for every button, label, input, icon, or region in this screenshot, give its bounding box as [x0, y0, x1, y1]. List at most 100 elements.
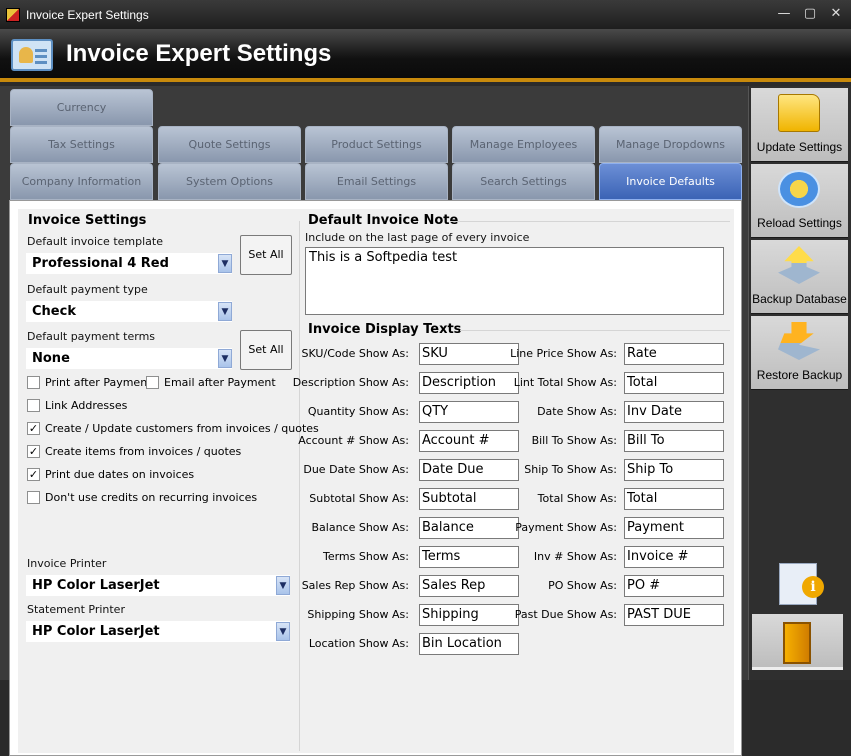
divider [460, 330, 730, 331]
display-text-label: SKU/Code Show As: [301, 347, 409, 360]
payment-type-select[interactable]: Check ▼ [25, 300, 233, 323]
group-divider [299, 221, 300, 751]
display-text-input[interactable]: Sales Rep [419, 575, 519, 597]
update-settings-label: Update Settings [756, 140, 843, 154]
display-text-label: Past Due Show As: [514, 608, 617, 621]
reload-settings-button[interactable]: Reload Settings [751, 164, 848, 238]
invoice-printer-select[interactable]: HP Color LaserJet ▼ [25, 574, 291, 597]
tab-content: Invoice Settings Default invoice templat… [9, 200, 742, 756]
display-text-input[interactable]: Bill To [624, 430, 724, 452]
tab-quote-settings[interactable]: Quote Settings [158, 126, 301, 163]
checkbox-label: Print due dates on invoices [45, 468, 195, 481]
display-text-label: Quantity Show As: [307, 405, 409, 418]
statement-printer-select[interactable]: HP Color LaserJet ▼ [25, 620, 291, 643]
tab-tax-settings[interactable]: Tax Settings [10, 126, 153, 163]
tab-email-settings[interactable]: Email Settings [305, 163, 448, 200]
upload-arrow-icon [778, 246, 820, 284]
check-icon: ✓ [27, 445, 40, 458]
link-addresses-checkbox[interactable]: Link Addresses [27, 399, 127, 412]
template-value: Professional 4 Red [32, 256, 169, 271]
display-text-label: Sales Rep Show As: [301, 579, 409, 592]
display-text-input[interactable]: Inv Date [624, 401, 724, 423]
checkbox-box [27, 376, 40, 389]
page-title: Invoice Expert Settings [66, 40, 332, 67]
invoice-note-textarea[interactable]: This is a Softpedia test [305, 247, 724, 315]
email-after-payment-checkbox[interactable]: Email after Payment [146, 376, 276, 389]
update-settings-button[interactable]: Update Settings [751, 88, 848, 162]
display-text-input[interactable]: Rate [624, 343, 724, 365]
backup-database-label: Backup Database [752, 292, 847, 306]
display-text-input[interactable]: Invoice # [624, 546, 724, 568]
template-select[interactable]: Professional 4 Red ▼ [25, 252, 233, 275]
payment-type-label: Default payment type [27, 283, 148, 296]
display-text-input[interactable]: Date Due [419, 459, 519, 481]
settings-card-icon [11, 39, 53, 71]
maximize-button[interactable]: ▢ [803, 6, 817, 21]
display-text-input[interactable]: QTY [419, 401, 519, 423]
info-icon: i [802, 576, 824, 598]
display-text-input[interactable]: Shipping [419, 604, 519, 626]
display-text-label: Inv # Show As: [533, 550, 617, 563]
display-text-input[interactable]: Account # [419, 430, 519, 452]
backup-database-button[interactable]: Backup Database [751, 240, 848, 314]
divider [450, 221, 730, 222]
display-text-label: Payment Show As: [515, 521, 617, 534]
create-items-checkbox[interactable]: ✓ Create items from invoices / quotes [27, 445, 241, 458]
checkbox-box [27, 491, 40, 504]
tab-invoice-defaults[interactable]: Invoice Defaults [599, 163, 742, 200]
exit-button[interactable] [752, 614, 843, 670]
display-text-label: Bill To Show As: [531, 434, 617, 447]
display-text-input[interactable]: PO # [624, 575, 724, 597]
minimize-button[interactable]: — [777, 6, 791, 21]
window-title: Invoice Expert Settings [26, 7, 149, 22]
checkbox-label: Create / Update customers from invoices … [45, 422, 319, 435]
set-all-template-button[interactable]: Set All [240, 235, 292, 275]
header-banner: Invoice Expert Settings [0, 29, 851, 82]
display-text-input[interactable]: Ship To [624, 459, 724, 481]
restore-backup-button[interactable]: Restore Backup [751, 316, 848, 390]
display-text-input[interactable]: PAST DUE [624, 604, 724, 626]
display-text-input[interactable]: SKU [419, 343, 519, 365]
tab-manage-dropdowns[interactable]: Manage Dropdowns [599, 126, 742, 163]
app-icon [6, 7, 20, 22]
print-due-dates-checkbox[interactable]: ✓ Print due dates on invoices [27, 468, 194, 481]
chevron-down-icon: ▼ [218, 302, 232, 321]
display-text-label: Shipping Show As: [307, 608, 409, 621]
checkbox-label: Print after Payment [45, 376, 152, 389]
display-text-label: Location Show As: [308, 637, 409, 650]
display-text-input[interactable]: Total [624, 372, 724, 394]
display-text-input[interactable]: Description [419, 372, 519, 394]
checkbox-label: Don't use credits on recurring invoices [45, 491, 258, 504]
exit-door-icon [783, 622, 811, 664]
payment-type-value: Check [32, 304, 76, 319]
display-text-input[interactable]: Balance [419, 517, 519, 539]
display-text-input[interactable]: Payment [624, 517, 724, 539]
check-icon: ✓ [27, 422, 40, 435]
tab-product-settings[interactable]: Product Settings [305, 126, 448, 163]
display-text-input[interactable]: Terms [419, 546, 519, 568]
tab-currency[interactable]: Currency [10, 89, 153, 126]
info-button[interactable]: i [779, 563, 824, 605]
checkbox-box [146, 376, 159, 389]
set-all-terms-button[interactable]: Set All [240, 330, 292, 370]
statement-printer-label: Statement Printer [27, 603, 125, 616]
tab-manage-employees[interactable]: Manage Employees [452, 126, 595, 163]
tab-search-settings[interactable]: Search Settings [452, 163, 595, 200]
print-after-payment-checkbox[interactable]: Print after Payment [27, 376, 151, 389]
title-bar: Invoice Expert Settings — ▢ ✕ [0, 0, 851, 29]
tab-company-information[interactable]: Company Information [10, 163, 153, 200]
display-text-label: Account # Show As: [298, 434, 409, 447]
display-text-input[interactable]: Total [624, 488, 724, 510]
display-text-label: Balance Show As: [311, 521, 409, 534]
display-text-input[interactable]: Bin Location [419, 633, 519, 655]
display-text-label: Lint Total Show As: [513, 376, 617, 389]
display-text-label: Subtotal Show As: [309, 492, 409, 505]
close-button[interactable]: ✕ [829, 6, 843, 21]
create-update-customers-checkbox[interactable]: ✓ Create / Update customers from invoice… [27, 422, 319, 435]
tab-system-options[interactable]: System Options [158, 163, 301, 200]
restore-backup-label: Restore Backup [756, 368, 843, 382]
payment-terms-select[interactable]: None ▼ [25, 347, 233, 370]
display-text-input[interactable]: Subtotal [419, 488, 519, 510]
no-credits-recurring-checkbox[interactable]: Don't use credits on recurring invoices [27, 491, 257, 504]
display-text-label: Date Show As: [537, 405, 617, 418]
